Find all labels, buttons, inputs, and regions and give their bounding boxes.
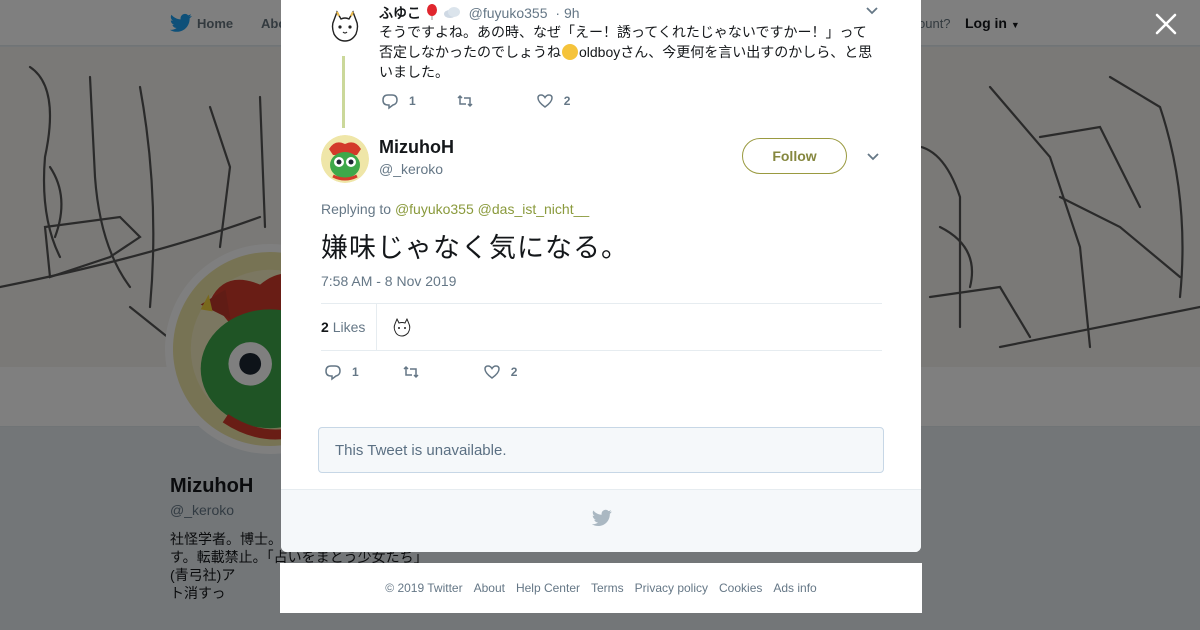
tweet-unavailable-notice: This Tweet is unavailable. <box>318 427 884 473</box>
thread-connector-line <box>342 56 345 128</box>
likes-count: 2 <box>321 319 329 335</box>
twitter-bird-icon <box>592 509 612 526</box>
follow-button[interactable]: Follow <box>742 138 847 174</box>
parent-tweet-time[interactable]: · 9h <box>555 5 579 21</box>
modal-footer <box>281 489 921 552</box>
chevron-down-icon[interactable] <box>866 152 880 162</box>
site-footer: © 2019 Twitter About Help Center Terms P… <box>280 563 922 613</box>
like-count: 2 <box>510 365 518 379</box>
chevron-down-icon[interactable] <box>865 6 879 16</box>
reply-count: 1 <box>352 365 359 379</box>
stats-divider <box>376 304 377 351</box>
main-author-handle[interactable]: @_keroko <box>379 161 443 177</box>
retweet-icon <box>457 94 473 108</box>
main-tweet-avatar[interactable] <box>321 135 369 183</box>
like-count: 2 <box>563 94 571 108</box>
reply-button[interactable]: 1 <box>381 92 416 110</box>
footer-link-help[interactable]: Help Center <box>516 581 580 595</box>
retweet-button[interactable] <box>456 92 474 110</box>
footer-link-ads[interactable]: Ads info <box>773 581 816 595</box>
parent-tweet-header: ふゆこ @fuyuko355 · 9h <box>379 3 580 23</box>
reply-count: 1 <box>409 94 416 108</box>
main-tweet-actions: 1 2 <box>324 363 517 381</box>
likes-stat[interactable]: 2 Likes <box>321 319 365 335</box>
replying-to-line: Replying to @fuyuko355 @das_ist_nicht__ <box>321 201 589 217</box>
retweet-button[interactable] <box>402 363 420 381</box>
retweet-icon <box>403 365 419 379</box>
replying-prefix: Replying to <box>321 201 392 217</box>
like-icon <box>483 365 500 379</box>
parent-tweet-actions: 1 2 <box>381 92 570 110</box>
likes-label: Likes <box>332 319 366 335</box>
mention-link[interactable]: @fuyuko355 <box>395 201 474 217</box>
balloon-emoji-icon <box>426 4 437 20</box>
footer-link-about[interactable]: About <box>474 581 505 595</box>
like-button[interactable]: 2 <box>536 92 571 110</box>
tweet-permalink-modal: ふゆこ @fuyuko355 · 9h そうですよね。あの時、なぜ「えー！誘って… <box>281 0 921 552</box>
like-button[interactable]: 2 <box>483 363 518 381</box>
footer-copyright: © 2019 Twitter <box>385 581 463 595</box>
footer-link-cookies[interactable]: Cookies <box>719 581 762 595</box>
main-tweet-text: 嫌味じゃなく気になる。 <box>321 233 629 263</box>
parent-tweet-avatar[interactable] <box>326 8 364 46</box>
footer-link-terms[interactable]: Terms <box>591 581 624 595</box>
tweet-timestamp[interactable]: 7:58 AM - 8 Nov 2019 <box>321 273 456 289</box>
parent-author-handle[interactable]: @fuyuko355 <box>469 5 548 21</box>
parent-tweet-text: そうですよね。あの時、なぜ「えー！誘ってくれたじゃないですかー！」って否定しなか… <box>379 22 879 82</box>
close-icon[interactable] <box>1152 10 1180 38</box>
tweet-stats: 2 Likes <box>321 303 882 351</box>
cloud-emoji-icon <box>443 7 460 18</box>
mention-link[interactable]: @das_ist_nicht__ <box>478 201 590 217</box>
like-icon <box>536 94 553 108</box>
reply-button[interactable]: 1 <box>324 363 359 381</box>
thinking-emoji-icon <box>562 44 578 60</box>
liker-avatar[interactable] <box>391 317 413 339</box>
main-author-name[interactable]: MizuhoH <box>379 137 454 158</box>
reply-icon <box>382 94 398 110</box>
footer-link-privacy[interactable]: Privacy policy <box>635 581 708 595</box>
reply-icon <box>325 365 341 381</box>
parent-author-name[interactable]: ふゆこ <box>379 5 421 21</box>
